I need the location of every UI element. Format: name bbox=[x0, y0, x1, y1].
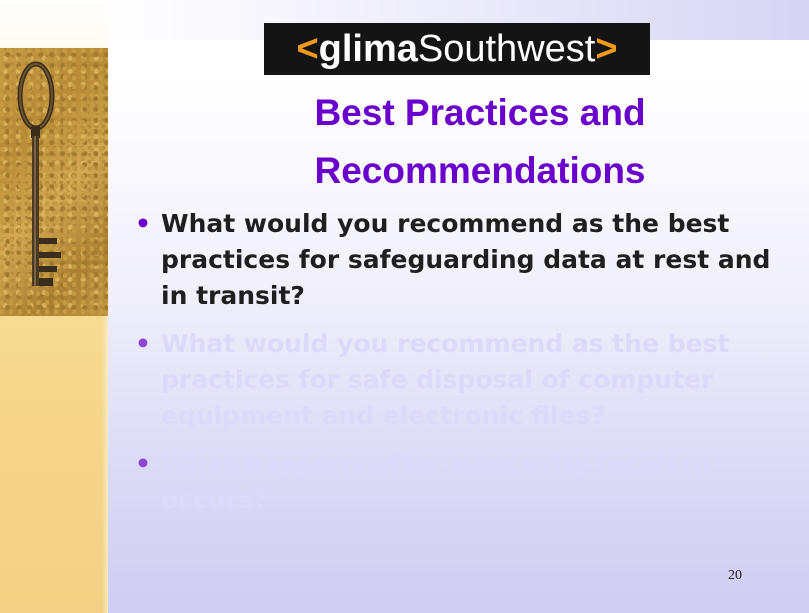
key-photo bbox=[0, 48, 108, 316]
glima-southwest-logo: < glima Southwest > bbox=[264, 23, 650, 75]
logo-close-bracket: > bbox=[595, 28, 618, 70]
slide-title-line-2: Recommendations bbox=[314, 150, 646, 191]
bullet-marker: • bbox=[135, 449, 151, 478]
bullet-item: • What would you recommend as the best p… bbox=[135, 206, 795, 314]
page-number: 20 bbox=[728, 568, 742, 583]
bullet-marker: • bbox=[135, 209, 151, 238]
slide-title-line-1: Best Practices and bbox=[314, 92, 646, 133]
bullet-text: What would you recommend as the best pra… bbox=[161, 329, 730, 430]
bullet-text: What would you recommend as the best pra… bbox=[161, 209, 771, 310]
bullet-item: • What would you recommend as the best p… bbox=[135, 326, 795, 434]
bullet-marker: • bbox=[135, 329, 151, 358]
bullet-text: What happens after a security incident o… bbox=[161, 449, 713, 514]
logo-glima: glima bbox=[318, 28, 418, 70]
key-icon bbox=[17, 61, 61, 286]
logo-open-bracket: < bbox=[296, 28, 319, 70]
slide-title: Best Practices and Recommendations bbox=[200, 84, 760, 200]
logo-southwest: Southwest bbox=[417, 28, 596, 70]
bullet-item: • What happens after a security incident… bbox=[135, 446, 795, 518]
slide: < glima Southwest > Best Practices and Reco… bbox=[0, 0, 809, 613]
bullet-list: • What would you recommend as the best p… bbox=[135, 206, 795, 530]
